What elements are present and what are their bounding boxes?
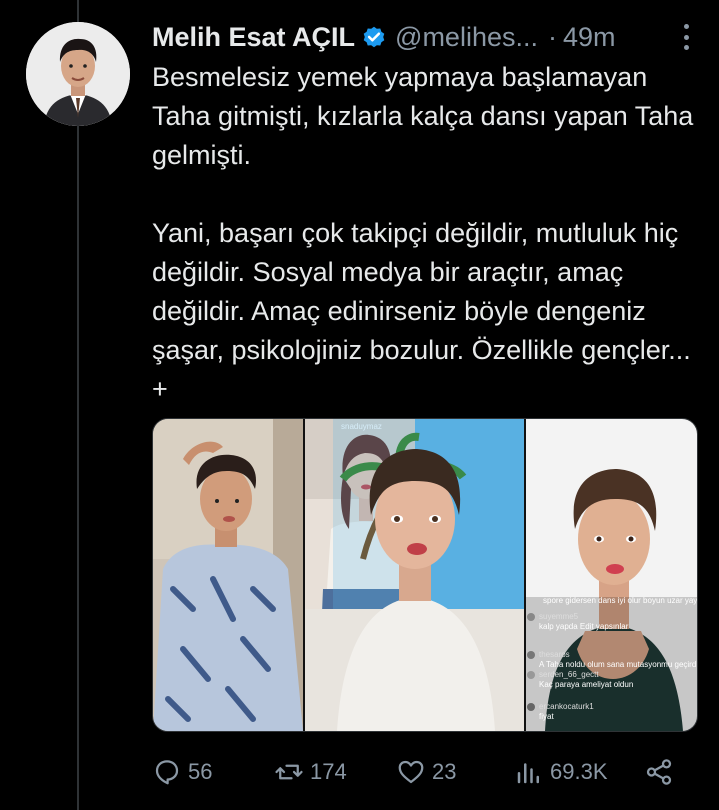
comment-user: serden_66_gectt <box>539 670 599 679</box>
tweet-time[interactable]: 49m <box>563 22 616 53</box>
tweet-header: Melih Esat AÇIL @melihes... · 49m <box>152 20 699 54</box>
like-count: 23 <box>432 759 457 784</box>
comment-text: A Taha noldu olum sana mutasyonmu geçird <box>539 660 696 669</box>
comment-text: spore gidersen dans iyi olur boyun uzar … <box>543 596 697 605</box>
more-icon[interactable] <box>681 24 691 50</box>
tweet-text: Besmelesiz yemek yapmaya başlamayan Taha… <box>152 58 700 409</box>
verified-badge-icon <box>363 26 385 48</box>
like-button[interactable]: 23 <box>396 757 514 787</box>
retweet-icon <box>275 764 303 780</box>
author-handle[interactable]: @melihes... <box>395 22 538 53</box>
separator-dot: · <box>547 21 557 52</box>
comment-user: suyemme5 <box>539 612 579 621</box>
tweet-actions: 56 174 23 69.3K <box>152 752 682 792</box>
comment-text: kalp yapda Edit yapsınlar <box>539 622 629 631</box>
comment-text: Kaç paraya ameliyat oldun <box>539 680 633 689</box>
retweet-button[interactable]: 174 <box>274 757 396 787</box>
comment-user: ercankocaturk1 <box>539 702 594 711</box>
views-count: 69.3K <box>550 759 608 784</box>
media-panel-4: spore gidersen dans iyi olur boyun uzar … <box>525 419 697 731</box>
media-panel-3 <box>305 419 525 731</box>
reply-icon <box>155 760 179 785</box>
share-icon <box>646 759 672 785</box>
views-button[interactable]: 69.3K <box>514 757 644 787</box>
reply-count: 56 <box>188 759 213 784</box>
tweet-media[interactable]: snaduymaz spore gidersen dans iyi olur b… <box>152 418 698 732</box>
comment-user: thesaros <box>539 650 570 659</box>
avatar[interactable] <box>26 22 130 126</box>
like-icon <box>398 760 424 784</box>
author-name[interactable]: Melih Esat AÇIL <box>152 22 355 53</box>
share-button[interactable] <box>644 757 674 787</box>
avatar-image <box>26 22 130 126</box>
tweet-paragraph: Yani, başarı çok takipçi değildir, mutlu… <box>152 218 691 404</box>
tweet-paragraph: Besmelesiz yemek yapmaya başlamayan Taha… <box>152 62 694 170</box>
comment-text: fiyat <box>539 712 554 721</box>
media-panel-1 <box>153 419 303 731</box>
views-icon <box>517 763 539 784</box>
reply-button[interactable]: 56 <box>152 757 274 787</box>
retweet-count: 174 <box>310 759 347 784</box>
media-collage: snaduymaz spore gidersen dans iyi olur b… <box>153 419 697 731</box>
